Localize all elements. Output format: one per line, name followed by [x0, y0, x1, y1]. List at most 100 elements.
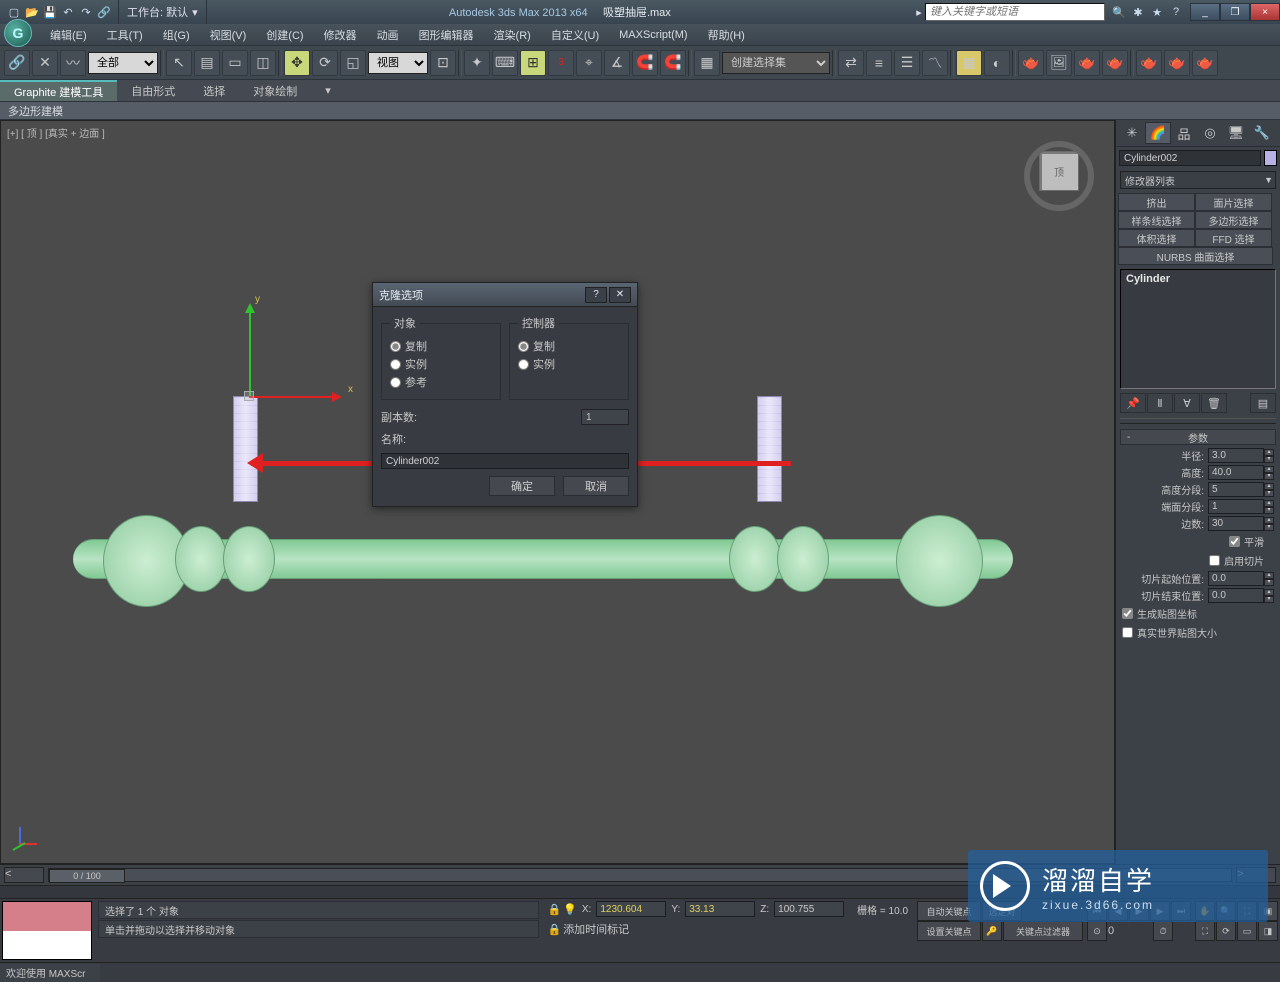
modifier-list-combo[interactable]: 修改器列表 — [1120, 171, 1276, 189]
param-cseg-spinner[interactable]: ▴▾ — [1264, 500, 1274, 514]
tab-display-icon[interactable]: 🖥 — [1223, 122, 1249, 144]
rollout-header-params[interactable]: 参数 — [1120, 429, 1276, 445]
chk-smooth[interactable] — [1229, 536, 1240, 547]
show-end-result-icon[interactable]: Ⅱ — [1147, 393, 1173, 413]
menu-help[interactable]: 帮助(H) — [698, 24, 755, 45]
rotate-icon[interactable]: ⟳ — [312, 50, 338, 76]
param-sliceto-input[interactable]: 0.0 — [1208, 588, 1264, 603]
manipulate-icon[interactable]: ✦ — [464, 50, 490, 76]
radio-ctrl-instance[interactable] — [518, 359, 529, 370]
gizmo-x-axis[interactable] — [249, 396, 339, 398]
radio-reference[interactable] — [390, 377, 401, 388]
param-radius-input[interactable]: 3.0 — [1208, 448, 1264, 463]
gizmo-origin[interactable] — [244, 391, 254, 401]
scale-icon[interactable]: ◱ — [340, 50, 366, 76]
select-object-icon[interactable]: ↖ — [166, 50, 192, 76]
param-slicefrom-input[interactable]: 0.0 — [1208, 571, 1264, 586]
select-by-name-icon[interactable]: ▤ — [194, 50, 220, 76]
help-search-input[interactable] — [925, 3, 1105, 21]
angle-snap-icon[interactable]: 3 — [548, 50, 574, 76]
frame-prev-button[interactable]: < — [4, 867, 44, 883]
mod-polyselect[interactable]: 多边形选择 — [1195, 211, 1272, 229]
remove-modifier-icon[interactable]: 🗑 — [1201, 393, 1227, 413]
nav-maximize-icon[interactable]: ▭ — [1237, 921, 1257, 941]
param-height-input[interactable]: 40.0 — [1208, 465, 1264, 480]
menu-customize[interactable]: 自定义(U) — [541, 24, 609, 45]
unlink-icon[interactable]: ✕ — [32, 50, 58, 76]
tab-modify-icon[interactable]: 🌈 — [1145, 122, 1171, 144]
mod-ffdselect[interactable]: FFD 选择 — [1195, 229, 1272, 247]
timetag-icon[interactable]: 🔒 — [547, 923, 561, 936]
ref-coord-combo[interactable]: 视图 — [368, 52, 428, 74]
menu-edit[interactable]: 编辑(E) — [40, 24, 97, 45]
align-icon[interactable]: ≡ — [866, 50, 892, 76]
chk-slice[interactable] — [1209, 555, 1220, 566]
curve-editor-icon[interactable]: 〽 — [922, 50, 948, 76]
select-region-icon[interactable]: ▭ — [222, 50, 248, 76]
mirror-icon[interactable]: ⇄ — [838, 50, 864, 76]
clone-cylinder[interactable] — [757, 396, 782, 502]
named-sets-edit-icon[interactable]: ▦ — [694, 50, 720, 76]
tab-motion-icon[interactable]: ◎ — [1197, 122, 1223, 144]
app-menu-icon[interactable] — [4, 19, 32, 47]
time-config-icon[interactable]: ⏱ — [1153, 921, 1173, 941]
spinner-snap-icon[interactable]: ∡ — [604, 50, 630, 76]
x-input[interactable]: 1230.604 — [596, 901, 666, 917]
favorite-icon[interactable]: ★ — [1149, 4, 1165, 20]
menu-maxscript[interactable]: MAXScript(M) — [609, 24, 697, 45]
param-hseg-input[interactable]: 5 — [1208, 482, 1264, 497]
move-icon[interactable]: ✥ — [284, 50, 310, 76]
time-slider-handle[interactable]: 0 / 100 — [49, 869, 125, 883]
window-crossing-icon[interactable]: ◫ — [250, 50, 276, 76]
rollout-handle[interactable] — [1120, 418, 1276, 424]
keyfilter-button[interactable]: 关键点过滤器 — [1003, 921, 1083, 941]
make-unique-icon[interactable]: ∀ — [1174, 393, 1200, 413]
param-sides-spinner[interactable]: ▴▾ — [1264, 517, 1274, 531]
menu-rendering[interactable]: 渲染(R) — [484, 24, 541, 45]
pin-stack-icon[interactable]: 📌 — [1120, 393, 1146, 413]
chk-genuv[interactable] — [1122, 608, 1133, 619]
mod-patchselect[interactable]: 面片选择 — [1195, 193, 1272, 211]
radio-copy[interactable] — [390, 341, 401, 352]
ribbon-tab-paint[interactable]: 对象绘制 — [239, 80, 311, 101]
current-frame-input[interactable]: 0 — [1108, 925, 1152, 937]
z-input[interactable]: 100.755 — [774, 901, 844, 917]
dialog-title-bar[interactable]: 克隆选项 ? ✕ — [373, 283, 637, 307]
select-link-icon[interactable]: 🔗 — [4, 50, 30, 76]
menu-group[interactable]: 组(G) — [153, 24, 200, 45]
param-slicefrom-spinner[interactable]: ▴▾ — [1264, 572, 1274, 586]
pivot-center-icon[interactable]: ⊡ — [430, 50, 456, 76]
redo-icon[interactable]: ↷ — [78, 4, 94, 20]
lock-icon[interactable]: 🔒 — [547, 903, 561, 916]
chk-realworld[interactable] — [1122, 627, 1133, 638]
snap-options-icon[interactable]: 🧲 — [632, 50, 658, 76]
copies-spinner[interactable]: 1 — [581, 409, 629, 425]
ribbon-tab-selection[interactable]: 选择 — [189, 80, 239, 101]
new-icon[interactable]: ▢ — [6, 4, 22, 20]
ribbon-tab-graphite[interactable]: Graphite 建模工具 — [0, 80, 117, 101]
isolate-icon[interactable]: 💡 — [563, 903, 577, 916]
mod-nurbsselect[interactable]: NURBS 曲面选择 — [1118, 247, 1273, 265]
save-icon[interactable]: 💾 — [42, 4, 58, 20]
gizmo-y-axis[interactable] — [249, 306, 251, 396]
ok-button[interactable]: 确定 — [489, 476, 555, 496]
maximize-button[interactable]: ❐ — [1220, 3, 1250, 21]
key-mode-icon[interactable]: ⊙ — [1087, 921, 1107, 941]
radio-ctrl-copy[interactable] — [518, 341, 529, 352]
name-input[interactable] — [381, 453, 629, 469]
close-button[interactable]: × — [1250, 3, 1280, 21]
menu-modifiers[interactable]: 修改器 — [314, 24, 367, 45]
minimize-button[interactable]: _ — [1190, 3, 1220, 21]
configure-sets-icon[interactable]: ▤ — [1250, 393, 1276, 413]
selected-cylinder[interactable] — [233, 396, 258, 502]
nav-selected-icon[interactable]: ◨ — [1258, 921, 1278, 941]
dialog-help-button[interactable]: ? — [585, 287, 607, 303]
addtime-label[interactable]: 添加时间标记 — [563, 921, 629, 937]
link-icon[interactable]: 🔗 — [96, 4, 112, 20]
tab-create-icon[interactable]: ✳ — [1119, 122, 1145, 144]
tab-utilities-icon[interactable]: 🔧 — [1249, 122, 1275, 144]
help-icon[interactable]: ? — [1168, 4, 1184, 20]
mod-splineselect[interactable]: 样条线选择 — [1118, 211, 1195, 229]
workspace-selector[interactable]: 工作台: 默认 ▾ — [118, 0, 207, 24]
schematic-view-icon[interactable]: ▦ — [956, 50, 982, 76]
